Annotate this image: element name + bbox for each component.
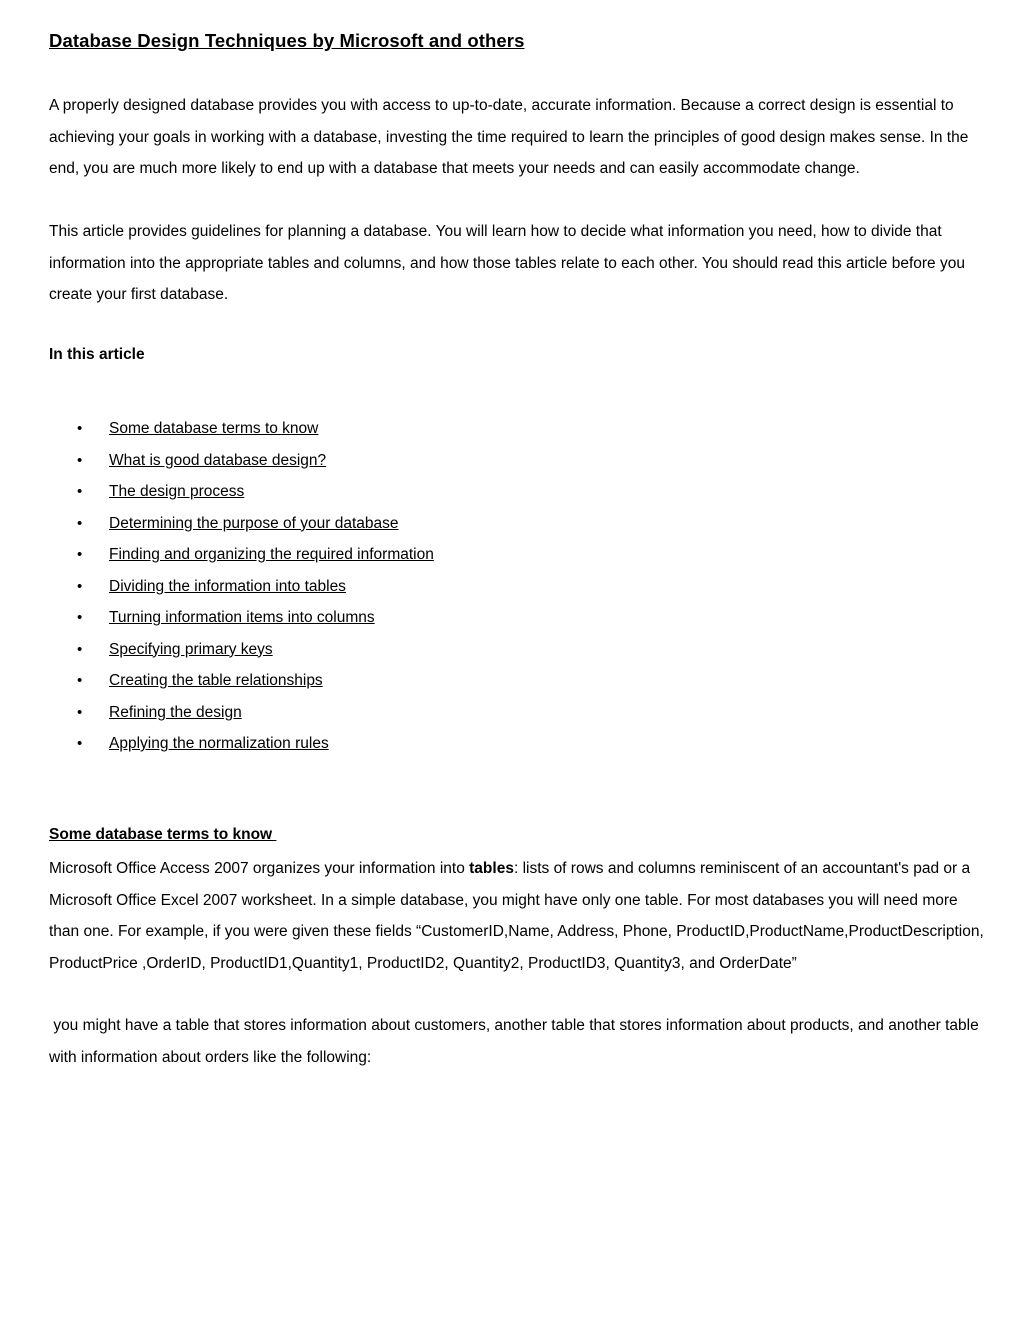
toc-link-some-database-terms[interactable]: Some database terms to know (109, 413, 318, 445)
toc-link-primary-keys[interactable]: Specifying primary keys (109, 634, 273, 666)
bullet-icon: • (77, 420, 83, 437)
intro-paragraph-1: A properly designed database provides yo… (49, 97, 969, 177)
bullet-icon: • (77, 546, 83, 563)
toc-link-determining-purpose[interactable]: Determining the purpose of your database (109, 508, 399, 540)
bullet-icon: • (77, 609, 83, 626)
toc-link-design-process[interactable]: The design process (109, 476, 244, 508)
toc-link-table-relationships[interactable]: Creating the table relationships (109, 665, 323, 697)
bullet-icon: • (77, 672, 83, 689)
bullet-icon: • (77, 514, 83, 532)
toc-link-normalization-rules[interactable]: Applying the normalization rules (109, 728, 329, 760)
toc-link-turning-into-columns[interactable]: Turning information items into columns (109, 602, 375, 634)
bullet-icon: • (77, 577, 83, 595)
bullet-icon: • (77, 703, 83, 721)
bullet-icon: • (77, 451, 83, 469)
section-heading-terms: Some database terms to know (49, 826, 277, 843)
bullet-icon: • (77, 735, 83, 752)
document-title: Database Design Techniques by Microsoft … (49, 30, 525, 51)
terms-continuation-paragraph: you might have a table that stores infor… (49, 1017, 984, 1066)
terms-text-start: Microsoft Office Access 2007 organizes y… (49, 860, 470, 877)
terms-bold-tables: tables (469, 860, 514, 877)
intro-paragraph-2: This article provides guidelines for pla… (49, 223, 965, 303)
toc-link-dividing-into-tables[interactable]: Dividing the information into tables (109, 571, 346, 603)
toc-link-finding-organizing[interactable]: Finding and organizing the required info… (109, 539, 434, 571)
bullet-icon: • (77, 483, 83, 500)
terms-paragraph: Microsoft Office Access 2007 organizes y… (49, 853, 984, 979)
bullet-icon: • (77, 640, 83, 658)
toc-link-refining-design[interactable]: Refining the design (109, 697, 242, 729)
in-this-article-heading: In this article (49, 346, 145, 363)
toc-link-good-database-design[interactable]: What is good database design? (109, 445, 326, 477)
